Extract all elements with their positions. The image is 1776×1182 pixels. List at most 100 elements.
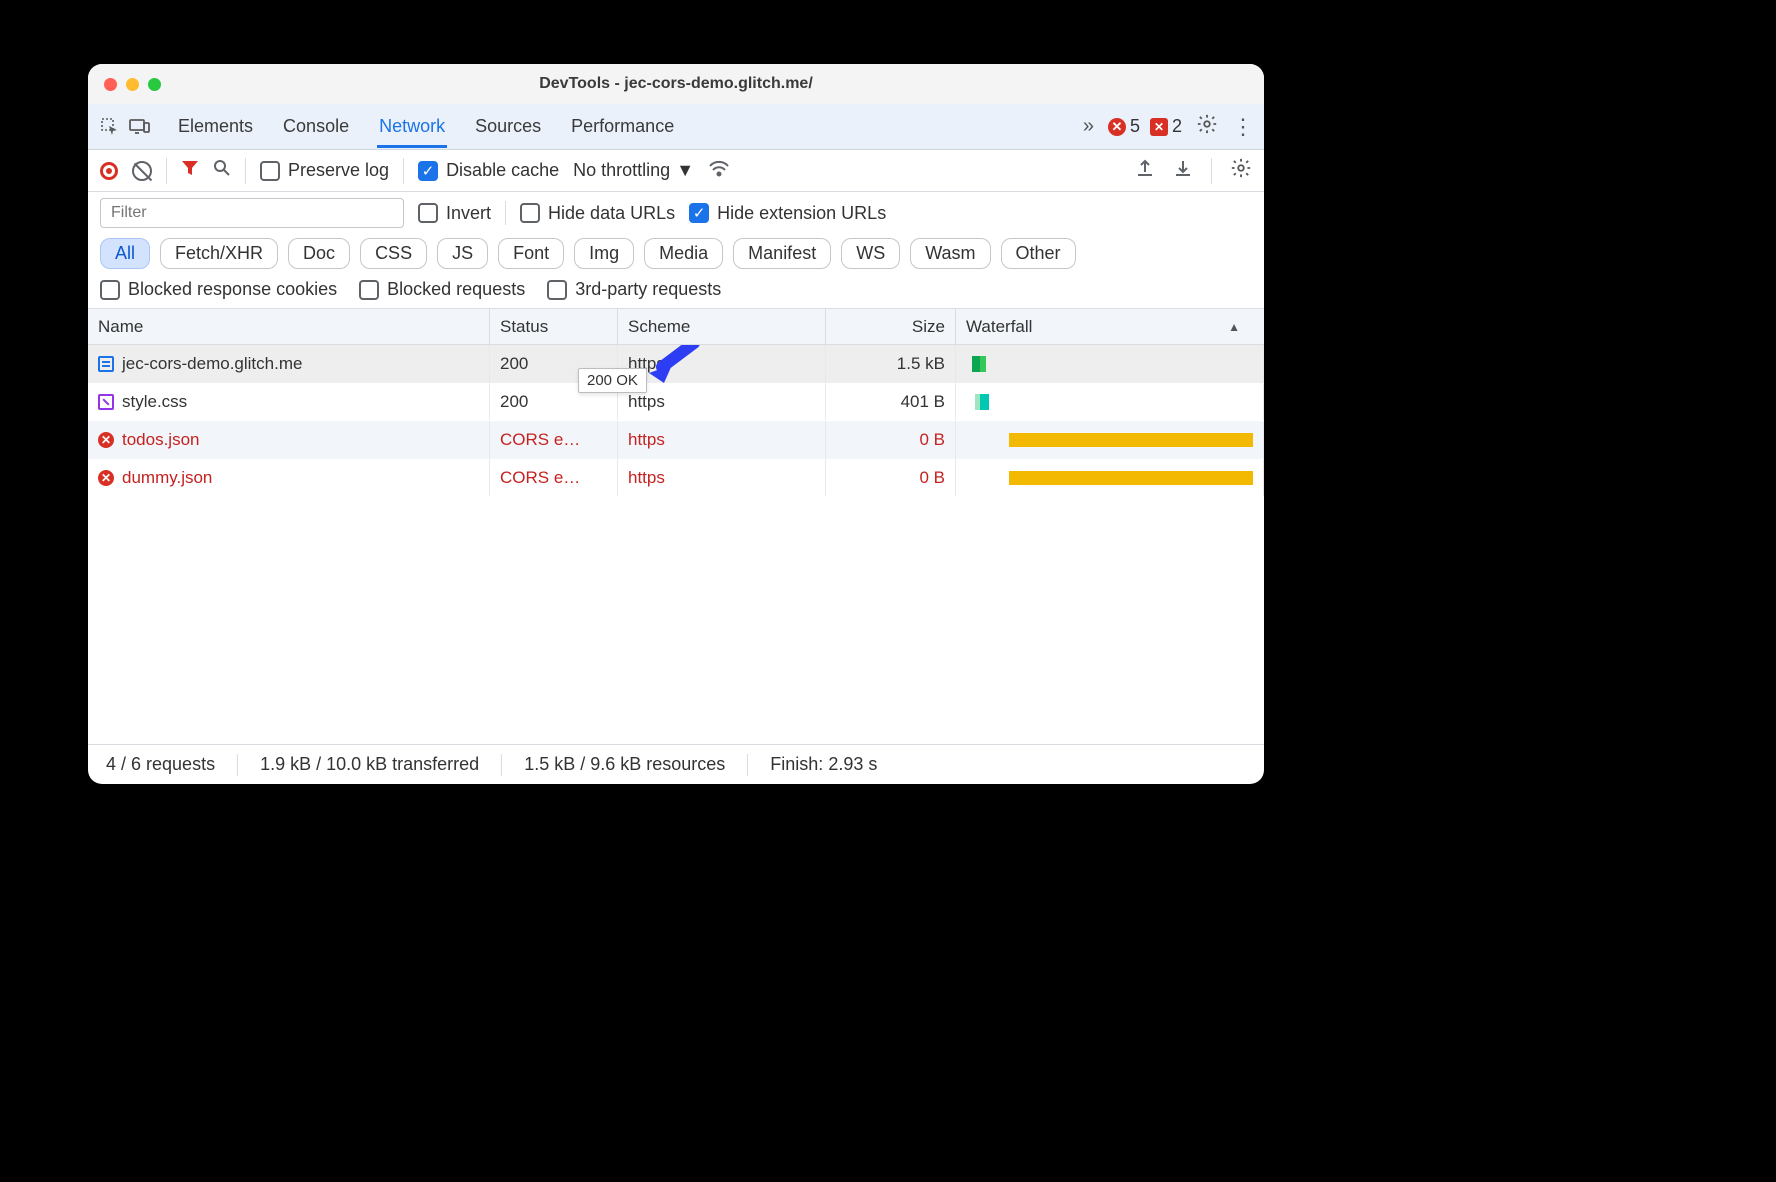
request-waterfall xyxy=(956,459,1264,496)
disable-cache-checkbox[interactable]: ✓ Disable cache xyxy=(418,160,559,181)
preserve-log-checkbox[interactable]: Preserve log xyxy=(260,160,389,181)
close-icon[interactable] xyxy=(104,78,117,91)
chip-img[interactable]: Img xyxy=(574,238,634,269)
table-row[interactable]: jec-cors-demo.glitch.me200https1.5 kB xyxy=(88,345,1264,383)
col-waterfall[interactable]: Waterfall ▲ xyxy=(956,309,1264,344)
table-row[interactable]: ✕todos.jsonCORS e…https0 B xyxy=(88,421,1264,459)
tabs-right: » ✕ 5 ✕ 2 ⋮ xyxy=(1083,113,1254,141)
col-scheme[interactable]: Scheme xyxy=(618,309,826,344)
settings-icon[interactable] xyxy=(1196,113,1218,141)
filter-toggle-icon[interactable] xyxy=(181,159,199,182)
throttling-value: No throttling xyxy=(573,160,670,181)
request-waterfall xyxy=(956,345,1264,382)
kebab-menu-icon[interactable]: ⋮ xyxy=(1232,114,1254,140)
checkbox-checked-icon: ✓ xyxy=(418,161,438,181)
more-tabs-icon[interactable]: » xyxy=(1083,115,1094,138)
request-size: 0 B xyxy=(826,459,956,496)
table-body[interactable]: jec-cors-demo.glitch.me200https1.5 kBsty… xyxy=(88,345,1264,744)
table-row[interactable]: style.css200https401 B xyxy=(88,383,1264,421)
request-size: 1.5 kB xyxy=(826,345,956,382)
request-scheme: https xyxy=(618,421,826,458)
request-waterfall xyxy=(956,421,1264,458)
filter-input[interactable] xyxy=(100,198,404,228)
checkbox-icon xyxy=(520,203,540,223)
request-name: todos.json xyxy=(122,430,200,450)
request-size: 401 B xyxy=(826,383,956,420)
hide-extension-urls-checkbox[interactable]: ✓ Hide extension URLs xyxy=(689,203,886,224)
status-bar: 4 / 6 requests 1.9 kB / 10.0 kB transfer… xyxy=(88,744,1264,784)
chip-fetch-xhr[interactable]: Fetch/XHR xyxy=(160,238,278,269)
col-size[interactable]: Size xyxy=(826,309,956,344)
import-har-icon[interactable] xyxy=(1173,158,1193,184)
throttling-select[interactable]: No throttling ▼ xyxy=(573,160,694,181)
filter-row: Invert Hide data URLs ✓ Hide extension U… xyxy=(88,192,1264,232)
checkbox-icon xyxy=(359,280,379,300)
chip-css[interactable]: CSS xyxy=(360,238,427,269)
invert-label: Invert xyxy=(446,203,491,224)
request-name: dummy.json xyxy=(122,468,212,488)
blocked-cookies-label: Blocked response cookies xyxy=(128,279,337,300)
chip-wasm[interactable]: Wasm xyxy=(910,238,990,269)
hide-data-urls-checkbox[interactable]: Hide data URLs xyxy=(520,203,675,224)
chip-manifest[interactable]: Manifest xyxy=(733,238,831,269)
tab-elements[interactable]: Elements xyxy=(176,106,255,148)
issue-square-icon: ✕ xyxy=(1150,118,1168,136)
export-har-icon[interactable] xyxy=(1135,158,1155,184)
issue-count: 2 xyxy=(1172,116,1182,137)
network-conditions-icon[interactable] xyxy=(708,158,730,184)
tab-performance[interactable]: Performance xyxy=(569,106,676,148)
clear-icon[interactable] xyxy=(132,161,152,181)
requests-table: Name Status Scheme Size Waterfall ▲ jec-… xyxy=(88,309,1264,744)
error-icon: ✕ xyxy=(98,432,114,448)
panel-tabs: Elements Console Network Sources Perform… xyxy=(176,106,676,148)
device-toggle-icon[interactable] xyxy=(128,115,152,139)
tab-sources[interactable]: Sources xyxy=(473,106,543,148)
type-chips: All Fetch/XHR Doc CSS JS Font Img Media … xyxy=(88,232,1264,273)
invert-checkbox[interactable]: Invert xyxy=(418,203,491,224)
blocked-cookies-checkbox[interactable]: Blocked response cookies xyxy=(100,279,337,300)
request-status: CORS e… xyxy=(490,459,618,496)
error-icon: ✕ xyxy=(98,470,114,486)
table-header: Name Status Scheme Size Waterfall ▲ xyxy=(88,309,1264,345)
stylesheet-icon xyxy=(98,394,114,410)
error-circle-icon: ✕ xyxy=(1108,118,1126,136)
chip-font[interactable]: Font xyxy=(498,238,564,269)
chip-all[interactable]: All xyxy=(100,238,150,269)
chip-doc[interactable]: Doc xyxy=(288,238,350,269)
preserve-log-label: Preserve log xyxy=(288,160,389,181)
table-row[interactable]: ✕dummy.jsonCORS e…https0 B xyxy=(88,459,1264,497)
chevron-down-icon: ▼ xyxy=(676,160,694,181)
checkbox-icon xyxy=(100,280,120,300)
checkbox-icon xyxy=(260,161,280,181)
disable-cache-label: Disable cache xyxy=(446,160,559,181)
issues-badge[interactable]: ✕ 2 xyxy=(1150,116,1182,137)
col-status[interactable]: Status xyxy=(490,309,618,344)
block-row: Blocked response cookies Blocked request… xyxy=(88,273,1264,309)
blocked-requests-label: Blocked requests xyxy=(387,279,525,300)
request-name: style.css xyxy=(122,392,187,412)
search-icon[interactable] xyxy=(213,159,231,182)
tab-console[interactable]: Console xyxy=(281,106,351,148)
tabs-row: Elements Console Network Sources Perform… xyxy=(88,104,1264,150)
maximize-icon[interactable] xyxy=(148,78,161,91)
minimize-icon[interactable] xyxy=(126,78,139,91)
network-settings-icon[interactable] xyxy=(1230,157,1252,185)
chip-media[interactable]: Media xyxy=(644,238,723,269)
status-tooltip: 200 OK xyxy=(578,368,647,393)
request-scheme: https xyxy=(618,383,826,420)
col-name[interactable]: Name xyxy=(88,309,490,344)
tab-network[interactable]: Network xyxy=(377,106,447,148)
chip-other[interactable]: Other xyxy=(1001,238,1076,269)
third-party-checkbox[interactable]: 3rd-party requests xyxy=(547,279,721,300)
chip-js[interactable]: JS xyxy=(437,238,488,269)
blocked-requests-checkbox[interactable]: Blocked requests xyxy=(359,279,525,300)
chip-ws[interactable]: WS xyxy=(841,238,900,269)
sort-asc-icon: ▲ xyxy=(1228,320,1240,334)
record-icon[interactable] xyxy=(100,162,118,180)
checkbox-icon xyxy=(418,203,438,223)
error-badge[interactable]: ✕ 5 xyxy=(1108,116,1140,137)
request-name: jec-cors-demo.glitch.me xyxy=(122,354,302,374)
status-transferred: 1.9 kB / 10.0 kB transferred xyxy=(260,754,479,775)
devtools-window: DevTools - jec-cors-demo.glitch.me/ Elem… xyxy=(88,64,1264,784)
inspect-icon[interactable] xyxy=(98,115,122,139)
